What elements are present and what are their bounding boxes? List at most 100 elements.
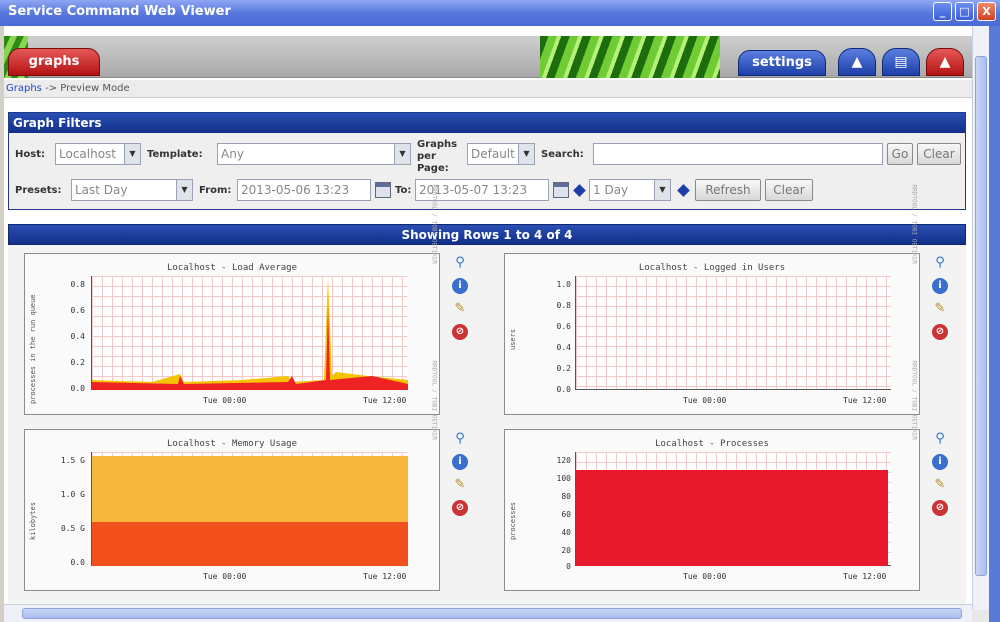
search-label: Search: [541,149,584,160]
calendar-icon[interactable] [375,182,391,198]
y-tick: 0.8 [70,280,85,289]
info-icon[interactable]: i [932,454,948,470]
breadcrumb: Graphs -> Preview Mode [4,80,972,98]
y-tick: 0.0 [556,385,571,394]
plot-area [91,452,408,566]
template-select[interactable]: Any ▼ [217,143,411,165]
template-select-value: Any [221,147,244,161]
presets-label: Presets: [15,185,62,196]
delete-icon[interactable]: ⊘ [932,500,948,516]
car-icon[interactable]: ▲ [926,48,964,76]
y-tick: 1.0 G [60,490,85,499]
edit-icon[interactable]: ✎ [932,301,948,317]
info-icon[interactable]: i [452,278,468,294]
calendar-icon[interactable] [553,182,569,198]
clear-dates-button[interactable]: Clear [765,179,813,201]
breadcrumb-current: Preview Mode [60,83,130,94]
breadcrumb-graphs-link[interactable]: Graphs [6,83,42,94]
y-tick: 80 [561,492,571,501]
close-button[interactable]: X [977,2,996,21]
results-header: Showing Rows 1 to 4 of 4 [8,224,966,245]
zoom-icon[interactable]: ⚲ [452,255,468,271]
graphs-per-page-select[interactable]: Default ▼ [467,143,535,165]
processes-area [576,470,888,566]
delete-icon[interactable]: ⊘ [932,324,948,340]
y-tick: 0.2 [70,358,85,367]
app-header: graphs settings ▲ ▤ ▲ [4,36,972,78]
graph-load-average[interactable]: Localhost - Load Average processes in th… [24,185,440,415]
host-select[interactable]: Localhost ▼ [55,143,141,165]
presets-select-value: Last Day [75,183,128,197]
maximize-button[interactable]: □ [955,2,974,21]
list-icon[interactable]: ▤ [882,48,920,76]
shift-left-icon[interactable] [573,184,586,197]
zoom-icon[interactable]: ⚲ [452,431,468,447]
info-icon[interactable]: i [452,454,468,470]
y-tick: 0.6 [70,306,85,315]
tab-graphs[interactable]: graphs [8,48,100,76]
clear-button[interactable]: Clear [917,143,961,165]
edit-icon[interactable]: ✎ [932,477,948,493]
x-tick: Tue 00:00 [203,396,247,405]
plot-area [91,276,408,390]
graph-title: Localhost - Logged in Users [638,263,786,273]
x-tick: Tue 00:00 [683,396,727,405]
tab-settings[interactable]: settings [738,50,826,76]
y-tick: 1.5 G [60,456,85,465]
window-titlebar: Service Command Web Viewer _ □ X [0,0,1000,26]
chevron-down-icon: ▼ [394,144,410,164]
graph-processes[interactable]: Localhost - Processes processes RRDTOOL … [504,361,920,591]
info-icon[interactable]: i [932,278,948,294]
chevron-down-icon: ▼ [124,144,140,164]
graph-side-label: RRDTOOL / TOBI OETIKER [910,360,917,440]
vertical-scrollbar[interactable] [972,26,989,610]
presets-select[interactable]: Last Day ▼ [71,179,193,201]
zoom-icon[interactable]: ⚲ [932,431,948,447]
y-tick: 0.5 G [60,524,85,533]
minimize-button[interactable]: _ [933,2,952,21]
zoom-icon[interactable]: ⚲ [932,255,948,271]
delete-icon[interactable]: ⊘ [452,324,468,340]
y-tick: 0.0 [70,558,85,567]
x-tick: Tue 00:00 [683,572,727,581]
window-frame-right [989,26,1000,622]
template-label: Template: [147,149,203,160]
shift-right-icon[interactable] [677,184,690,197]
timespan-select[interactable]: 1 Day ▼ [589,179,671,201]
memory-cached-area [92,456,408,522]
from-date-input[interactable]: 2013-05-06 13:23 [237,179,371,201]
graph-logged-in-users[interactable]: Localhost - Logged in Users users RRDTOO… [504,185,920,415]
x-tick: Tue 00:00 [203,572,247,581]
graph-filters-title: Graph Filters [9,113,965,133]
graph-actions: ⚲ i ✎ ⊘ [932,431,950,523]
go-button[interactable]: Go [887,143,913,165]
graph-actions: ⚲ i ✎ ⊘ [932,255,950,347]
graphs-area: Localhost - Load Average processes in th… [8,185,966,605]
header-stripe-right [540,36,720,78]
y-tick: 60 [561,510,571,519]
delete-icon[interactable]: ⊘ [452,500,468,516]
scrollbar-thumb[interactable] [975,56,987,576]
edit-icon[interactable]: ✎ [452,477,468,493]
graph-filters-panel: Graph Filters Host: Localhost ▼ Template… [8,112,966,210]
window-title: Service Command Web Viewer [8,4,231,19]
edit-icon[interactable]: ✎ [452,301,468,317]
host-label: Host: [15,149,45,160]
graph-memory-usage[interactable]: Localhost - Memory Usage kilobytes RRDTO… [24,361,440,591]
refresh-button[interactable]: Refresh [695,179,761,201]
graph-title: Localhost - Memory Usage [166,439,298,449]
graph-side-label: RRDTOOL / TOBI OETIKER [430,360,437,440]
tree-icon[interactable]: ▲ [838,48,876,76]
y-tick: 1.0 [556,280,571,289]
scrollbar-thumb[interactable] [22,608,962,619]
search-input[interactable] [593,143,883,165]
y-tick: 0.6 [556,322,571,331]
load-average-series [92,278,408,390]
y-tick: 0.8 [556,301,571,310]
plot-area [575,276,891,390]
chevron-down-icon: ▼ [176,180,192,200]
chevron-down-icon: ▼ [518,144,534,164]
page-content: graphs settings ▲ ▤ ▲ Graphs -> Preview … [4,26,972,610]
horizontal-scrollbar[interactable] [4,604,972,622]
graph-actions: ⚲ i ✎ ⊘ [452,431,470,523]
